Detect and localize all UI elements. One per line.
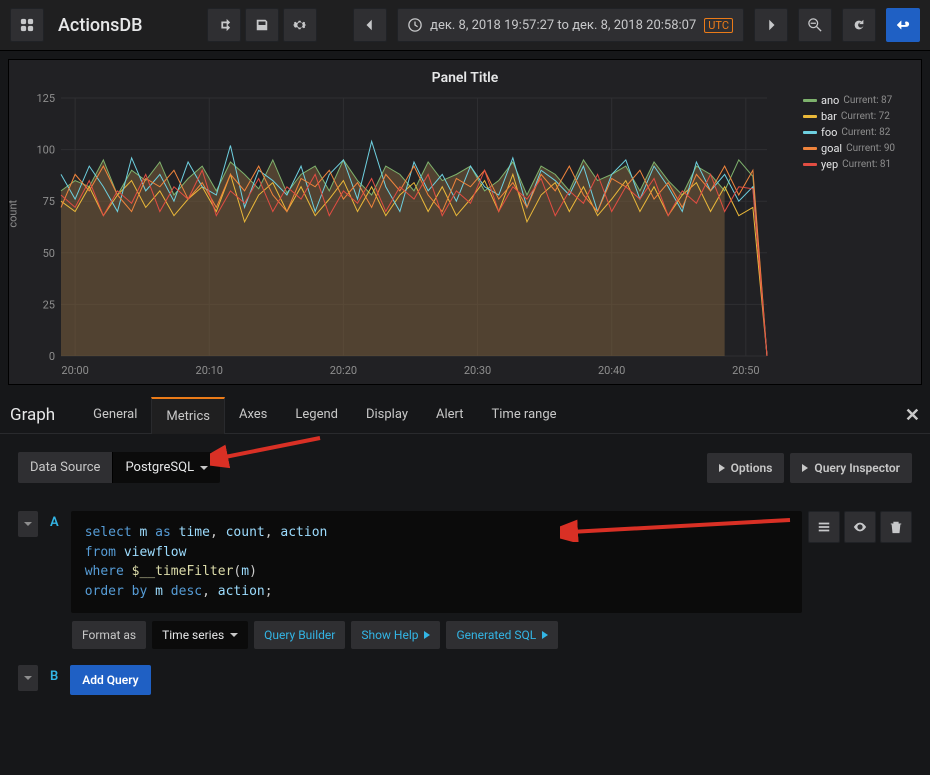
- svg-text:75: 75: [43, 195, 55, 208]
- options-button[interactable]: Options: [707, 453, 785, 483]
- svg-text:20:40: 20:40: [598, 364, 625, 377]
- toggle-visibility-icon[interactable]: [844, 511, 876, 543]
- panel-type-label: Graph: [10, 405, 55, 425]
- panel-title: Panel Title: [17, 66, 913, 90]
- chart-legend: ano Current: 87 bar Current: 72 foo Curren…: [797, 90, 913, 380]
- tab-metrics[interactable]: Metrics: [151, 397, 225, 434]
- chart-plot[interactable]: 0 25 50 75 100 125 20:00 20:10 20:20 20:30 20:40 20…: [17, 90, 797, 380]
- gear-icon[interactable]: [283, 8, 317, 42]
- add-query-button[interactable]: Add Query: [70, 665, 150, 695]
- query-builder-button[interactable]: Query Builder: [254, 621, 345, 649]
- legend-item-ano[interactable]: ano Current: 87: [803, 94, 913, 107]
- dashboard-title[interactable]: ActionsDB: [58, 15, 143, 36]
- query-letter-a: A: [44, 511, 65, 534]
- close-editor-icon[interactable]: ✕: [905, 405, 920, 426]
- refresh-icon[interactable]: [842, 8, 876, 42]
- legend-item-goal[interactable]: goal Current: 90: [803, 142, 913, 155]
- show-help-button[interactable]: Show Help: [351, 621, 440, 649]
- tab-alert[interactable]: Alert: [422, 397, 478, 433]
- tab-axes[interactable]: Axes: [225, 397, 281, 433]
- back-button[interactable]: [886, 8, 920, 42]
- svg-text:20:00: 20:00: [61, 364, 88, 377]
- svg-text:50: 50: [43, 247, 55, 260]
- zoom-out-icon[interactable]: [798, 8, 832, 42]
- save-icon[interactable]: [245, 8, 279, 42]
- tab-general[interactable]: General: [79, 397, 151, 433]
- format-as-label: Format as: [72, 621, 146, 649]
- legend-item-yep[interactable]: yep Current: 81: [803, 158, 913, 171]
- tab-time-range[interactable]: Time range: [478, 397, 571, 433]
- datasource-label: Data Source: [18, 452, 112, 483]
- time-next-icon[interactable]: [754, 8, 788, 42]
- collapse-query-b[interactable]: [18, 665, 38, 691]
- time-range-picker[interactable]: дек. 8, 2018 19:57:27 to дек. 8, 2018 20…: [397, 8, 744, 42]
- format-select[interactable]: Time series: [152, 621, 248, 649]
- legend-item-foo[interactable]: foo Current: 82: [803, 126, 913, 139]
- time-range-text: дек. 8, 2018 19:57:27 to дек. 8, 2018 20…: [430, 18, 696, 33]
- svg-text:25: 25: [43, 298, 55, 311]
- svg-text:20:50: 20:50: [732, 364, 759, 377]
- query-inspector-button[interactable]: Query Inspector: [790, 453, 912, 483]
- share-icon[interactable]: [207, 8, 241, 42]
- sql-editor[interactable]: select m as time, count, action from vie…: [71, 511, 802, 613]
- collapse-query-a[interactable]: [18, 511, 38, 537]
- generated-sql-button[interactable]: Generated SQL: [446, 621, 558, 649]
- utc-badge: UTC: [704, 18, 733, 33]
- time-prev-icon[interactable]: [353, 8, 387, 42]
- tab-display[interactable]: Display: [352, 397, 422, 433]
- svg-text:125: 125: [36, 92, 55, 105]
- datasource-select[interactable]: PostgreSQL: [112, 452, 220, 483]
- svg-text:0: 0: [49, 350, 55, 363]
- delete-query-icon[interactable]: [880, 511, 912, 543]
- query-letter-b: B: [44, 665, 64, 688]
- query-menu-icon[interactable]: [808, 511, 840, 543]
- tab-legend[interactable]: Legend: [281, 397, 352, 433]
- legend-item-bar[interactable]: bar Current: 72: [803, 110, 913, 123]
- svg-text:20:30: 20:30: [464, 364, 491, 377]
- grafana-logo-icon[interactable]: [10, 8, 44, 42]
- svg-text:20:10: 20:10: [196, 364, 223, 377]
- svg-text:20:20: 20:20: [330, 364, 357, 377]
- svg-text:100: 100: [36, 144, 55, 157]
